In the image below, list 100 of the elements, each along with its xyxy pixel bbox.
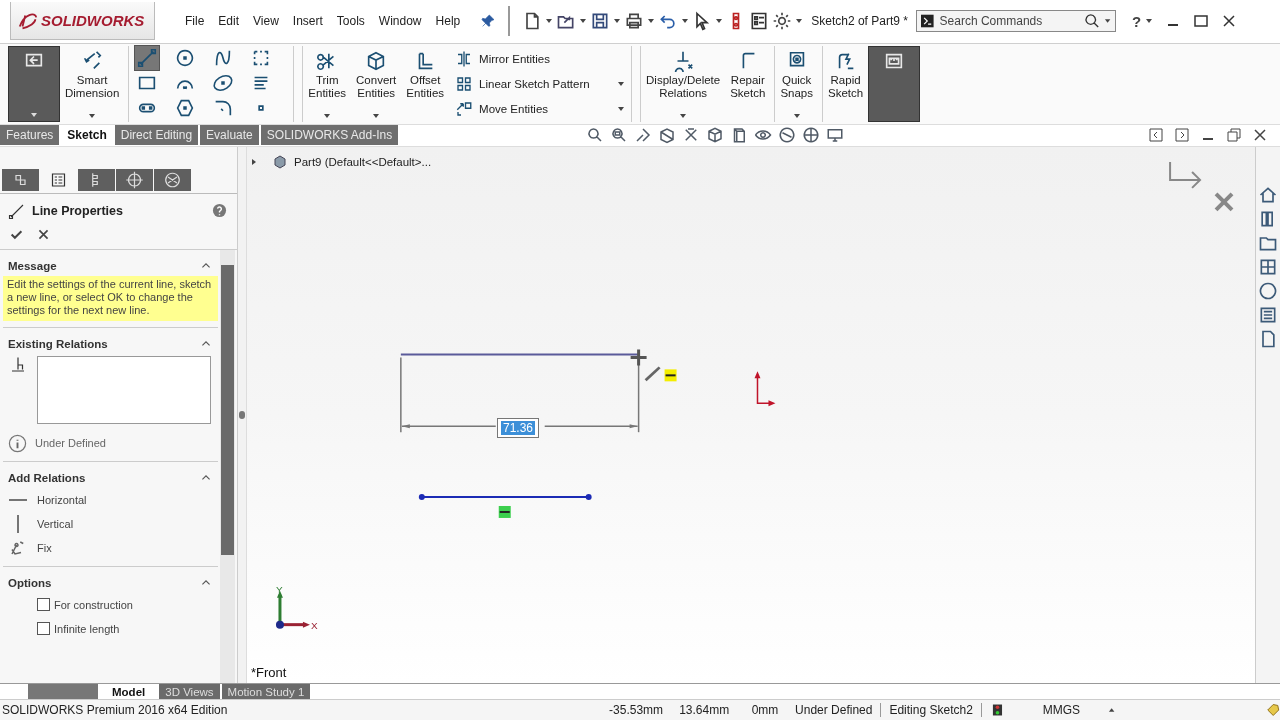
panel-title: Line Properties bbox=[32, 203, 124, 218]
section-title: Message bbox=[8, 259, 57, 272]
move-icon bbox=[455, 100, 474, 118]
menu-item[interactable]: Window bbox=[372, 11, 428, 32]
feature-tree-icon[interactable] bbox=[2, 168, 39, 191]
relation-option[interactable]: Fix bbox=[3, 535, 52, 560]
repair-sketch-button[interactable]: Repair Sketch bbox=[725, 45, 771, 122]
relations-list[interactable] bbox=[37, 355, 211, 424]
caret-icon[interactable] bbox=[323, 111, 332, 120]
logo-text: SOLIDWORKS bbox=[41, 12, 145, 30]
pencil-icon bbox=[644, 365, 661, 381]
cancel-icon[interactable] bbox=[37, 227, 50, 241]
instant-2d-button[interactable] bbox=[868, 45, 921, 122]
checkbox[interactable] bbox=[37, 598, 50, 612]
status-text: SOLIDWORKS Premium 2016 x64 Edition bbox=[1, 703, 229, 717]
relation-option[interactable]: Vertical bbox=[3, 511, 74, 536]
caret-icon[interactable] bbox=[679, 111, 688, 120]
ribbon-list-item[interactable]: Move Entities bbox=[455, 100, 626, 118]
section-title: Add Relations bbox=[8, 471, 86, 484]
menu-item[interactable]: View bbox=[247, 11, 285, 32]
exit-sketch-button[interactable] bbox=[8, 45, 60, 122]
command-tab[interactable]: SOLIDWORKS Add-Ins bbox=[260, 125, 399, 146]
coordinate-text: 13.64mm bbox=[678, 703, 731, 717]
checkbox-label: Infinite length bbox=[54, 622, 120, 635]
offset-button[interactable]: Offset Entities bbox=[401, 45, 450, 122]
tile-left-icon[interactable] bbox=[1148, 127, 1164, 144]
vertical-line-icon bbox=[17, 514, 19, 533]
command-tab[interactable]: Direct Editing bbox=[114, 125, 199, 146]
caret-icon[interactable] bbox=[88, 111, 97, 120]
expand-icon[interactable] bbox=[250, 157, 258, 166]
menu-item[interactable]: Tools bbox=[330, 11, 371, 32]
message-text: Edit the settings of the current line, sketch a new line, or select OK to change the settings for the next new line. bbox=[3, 275, 218, 321]
restore-icon[interactable] bbox=[1226, 127, 1242, 144]
monitor-icon[interactable] bbox=[826, 126, 845, 145]
display-manager-icon[interactable] bbox=[154, 168, 191, 191]
info-icon bbox=[8, 433, 27, 453]
document-title: Sketch2 of Part9 * bbox=[811, 14, 908, 29]
ribbon-list-item[interactable]: Mirror Entities bbox=[455, 49, 626, 68]
checkbox[interactable] bbox=[37, 622, 50, 636]
ribbon-list-item[interactable]: Linear Sketch Pattern bbox=[455, 74, 626, 93]
caret-icon[interactable] bbox=[1103, 17, 1111, 26]
caret-icon[interactable] bbox=[617, 79, 626, 88]
command-tab[interactable]: Features bbox=[0, 125, 60, 146]
menu-item[interactable]: File bbox=[179, 11, 211, 32]
relation-icon bbox=[9, 355, 27, 374]
trim-button[interactable]: Trim Entities bbox=[302, 45, 352, 122]
printer-icon[interactable] bbox=[624, 11, 645, 32]
relations-button[interactable]: Display/Delete Relations bbox=[640, 45, 726, 122]
menu-item[interactable]: Edit bbox=[212, 11, 246, 32]
caret-icon[interactable] bbox=[617, 105, 626, 113]
maximize-icon[interactable] bbox=[1193, 13, 1210, 30]
menu-item[interactable]: Insert bbox=[286, 11, 329, 32]
relation-icon bbox=[672, 49, 695, 72]
file-properties-icon[interactable] bbox=[749, 11, 770, 32]
horizontal-line-icon bbox=[9, 498, 27, 501]
coordinate-text: 0mm bbox=[750, 703, 780, 717]
status-text: Under Defined bbox=[787, 703, 882, 717]
save-icon[interactable] bbox=[590, 11, 611, 32]
grid-pattern-icon bbox=[455, 74, 474, 93]
convert-button[interactable]: Convert Entities bbox=[351, 45, 402, 122]
pin-icon[interactable] bbox=[480, 13, 497, 30]
sketch-line[interactable] bbox=[418, 493, 592, 500]
origin-icon bbox=[754, 370, 776, 406]
units-button[interactable]: MMGS bbox=[1042, 703, 1081, 717]
caret-icon[interactable] bbox=[792, 111, 801, 120]
model-tab[interactable]: Motion Study 1 bbox=[221, 684, 311, 700]
axis-label: Y bbox=[275, 583, 283, 595]
relation-option[interactable]: Horizontal bbox=[3, 487, 87, 512]
help-button[interactable]: ? bbox=[1131, 12, 1142, 30]
smart-dimension-button[interactable]: Smart Dimension bbox=[60, 45, 125, 122]
view-orientation-icon[interactable] bbox=[706, 126, 725, 145]
help-icon[interactable] bbox=[212, 203, 227, 219]
crosshair-icon[interactable] bbox=[116, 168, 153, 191]
status-text: Under Defined bbox=[35, 437, 106, 450]
model-tab[interactable]: 3D Views bbox=[159, 684, 220, 700]
command-tab[interactable]: Evaluate bbox=[200, 125, 259, 146]
crosshair-cursor-icon bbox=[629, 347, 649, 367]
section-title: Existing Relations bbox=[8, 337, 108, 350]
splitter-handle[interactable] bbox=[239, 410, 245, 419]
configuration-tree-icon[interactable] bbox=[78, 168, 115, 191]
tag-icon[interactable] bbox=[1265, 702, 1280, 718]
quick-snaps-button[interactable]: Quick Snaps bbox=[774, 45, 818, 122]
scrollbar-thumb[interactable] bbox=[221, 264, 234, 555]
rebuild-light-icon[interactable] bbox=[991, 703, 1003, 717]
search-field[interactable]: Search Commands bbox=[915, 10, 1116, 33]
tile-right-icon[interactable] bbox=[1174, 127, 1190, 144]
caret-icon[interactable] bbox=[1108, 706, 1116, 714]
scrollbar[interactable] bbox=[220, 249, 235, 684]
axis-label: X bbox=[310, 619, 318, 631]
checkbox-label: For construction bbox=[54, 598, 133, 611]
dimension-icon bbox=[81, 49, 104, 72]
tree-item[interactable]: Part9 (Default<<Default>... bbox=[247, 152, 435, 171]
settings-icon[interactable] bbox=[772, 11, 793, 32]
menu-item[interactable]: Help bbox=[429, 11, 467, 32]
caret-icon[interactable] bbox=[30, 110, 38, 119]
command-prompt-icon bbox=[920, 14, 934, 29]
caret-icon[interactable] bbox=[372, 111, 381, 120]
view-name: *Front bbox=[251, 665, 287, 681]
search-input[interactable]: Search Commands bbox=[937, 13, 1080, 30]
status-text: Editing Sketch2 bbox=[881, 703, 982, 717]
